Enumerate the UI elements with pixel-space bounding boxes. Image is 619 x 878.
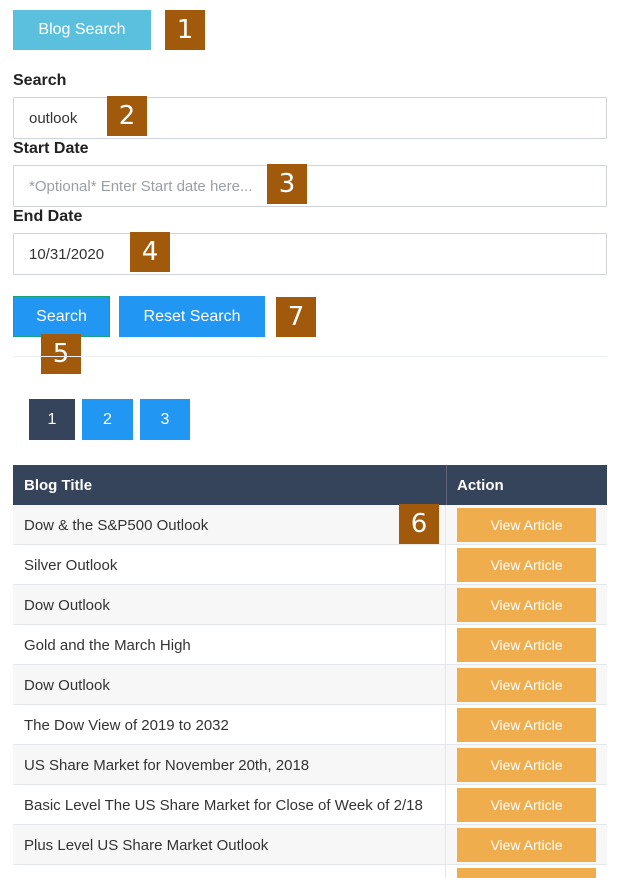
column-divider [445, 585, 446, 624]
view-article-button[interactable]: View Article [457, 548, 596, 582]
annotation-marker-6: 6 [399, 504, 439, 544]
blog-title: Dow & the S&P500 Outlook [24, 516, 209, 534]
annotation-marker-7: 7 [276, 297, 316, 337]
search-input[interactable]: outlook [13, 97, 607, 139]
blog-title: US Share Market for November 20th, 2018 [24, 756, 310, 774]
view-article-button[interactable]: View Article [457, 708, 596, 742]
header-action: Action [457, 476, 504, 494]
view-article-button[interactable]: View Article [457, 828, 596, 862]
table-row: Basic Level The US Share Market for Clos… [13, 785, 607, 825]
annotation-marker-5: 5 [41, 334, 81, 374]
annotation-marker-1: 1 [165, 10, 205, 50]
view-article-button-partial[interactable] [457, 868, 596, 878]
table-row: Dow Outlook View Article [13, 585, 607, 625]
annotation-marker-4: 4 [130, 232, 170, 272]
table-row: Silver Outlook View Article [13, 545, 607, 585]
view-article-button[interactable]: View Article [457, 668, 596, 702]
search-label: Search [13, 72, 67, 89]
reset-search-button[interactable]: Reset Search [119, 296, 265, 337]
page-button-2[interactable]: 2 [82, 399, 133, 440]
blog-search-button[interactable]: Blog Search [13, 10, 151, 50]
end-date-input[interactable]: 10/31/2020 [13, 233, 607, 275]
blog-title: Dow Outlook [24, 596, 110, 614]
blog-title: Gold and the March High [24, 636, 191, 654]
column-divider [445, 825, 446, 864]
view-article-button[interactable]: View Article [457, 788, 596, 822]
view-article-button[interactable]: View Article [457, 748, 596, 782]
blog-title: Dow Outlook [24, 676, 110, 694]
table-row-partial [13, 865, 607, 878]
header-blog-title: Blog Title [24, 476, 93, 494]
search-button[interactable]: Search [13, 296, 110, 337]
blog-title: Plus Level US Share Market Outlook [24, 836, 269, 854]
divider [13, 356, 607, 357]
column-divider [445, 705, 446, 744]
table-row: Gold and the March High View Article [13, 625, 607, 665]
column-divider [445, 625, 446, 664]
table-row: US Share Market for November 20th, 2018 … [13, 745, 607, 785]
table-row: Dow & the S&P500 Outlook View Article [13, 505, 607, 545]
header-divider [446, 465, 447, 505]
table-row: Dow Outlook View Article [13, 665, 607, 705]
start-date-input[interactable]: *Optional* Enter Start date here... [13, 165, 607, 207]
table-row: Plus Level US Share Market Outlook View … [13, 825, 607, 865]
annotation-marker-3: 3 [267, 164, 307, 204]
view-article-button[interactable]: View Article [457, 508, 596, 542]
page-button-3[interactable]: 3 [140, 399, 190, 440]
page-button-1[interactable]: 1 [29, 399, 75, 440]
view-article-button[interactable]: View Article [457, 628, 596, 662]
view-article-button[interactable]: View Article [457, 588, 596, 622]
end-date-label: End Date [13, 208, 83, 225]
blog-title: Silver Outlook [24, 556, 118, 574]
column-divider [445, 545, 446, 584]
column-divider [445, 865, 446, 878]
blog-title: Basic Level The US Share Market for Clos… [24, 796, 423, 814]
column-divider [445, 665, 446, 704]
column-divider [445, 745, 446, 784]
annotation-marker-2: 2 [107, 96, 147, 136]
table-header: Blog Title Action [13, 465, 607, 505]
blog-title: The Dow View of 2019 to 2032 [24, 716, 229, 734]
column-divider [445, 505, 446, 544]
column-divider [445, 785, 446, 824]
start-date-label: Start Date [13, 140, 89, 157]
table-row: The Dow View of 2019 to 2032 View Articl… [13, 705, 607, 745]
